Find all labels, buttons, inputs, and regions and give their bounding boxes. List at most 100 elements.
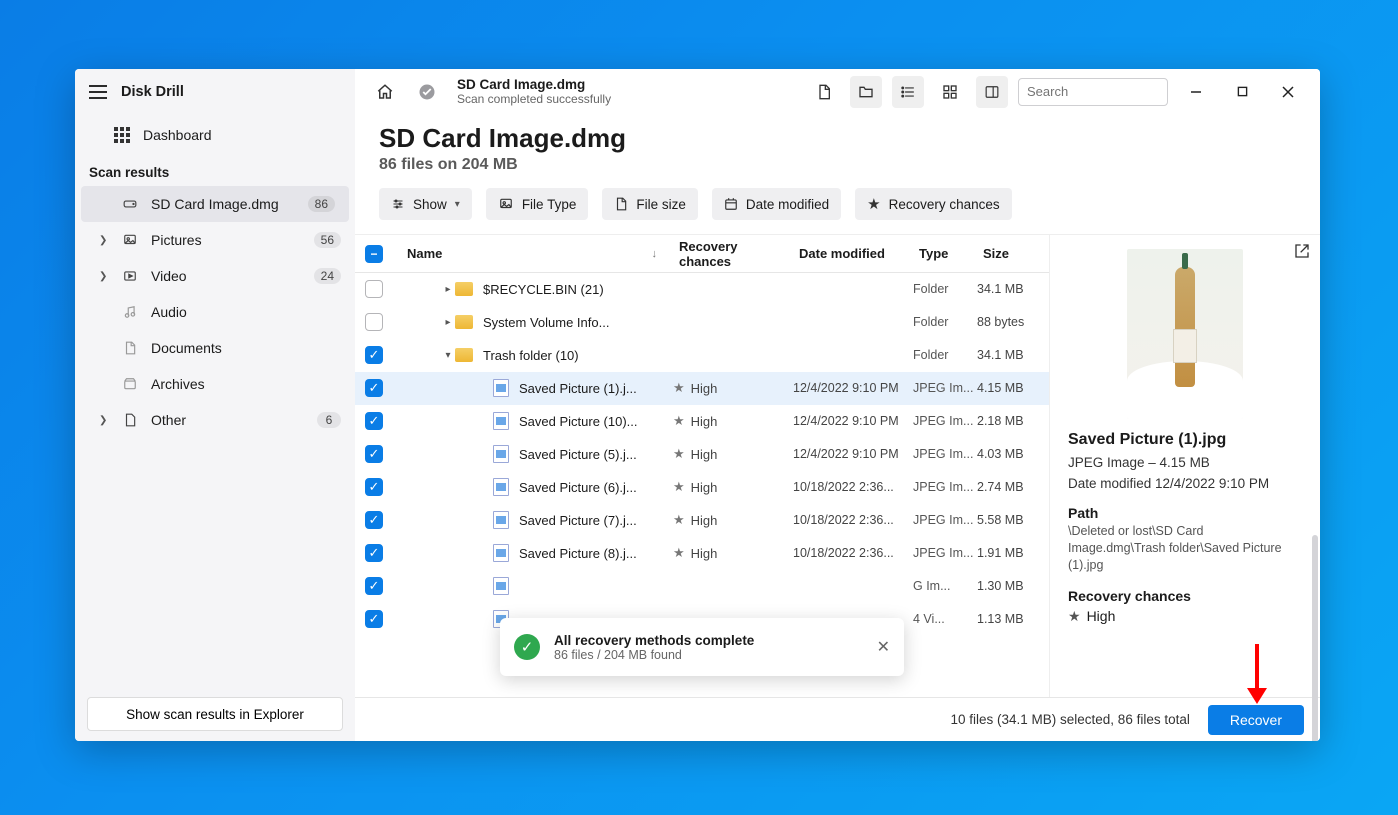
- row-type: JPEG Im...: [913, 513, 977, 527]
- drive-icon: [121, 197, 139, 211]
- filter-show[interactable]: Show ▾: [379, 188, 472, 220]
- expand-arrow-icon[interactable]: ▸: [441, 317, 455, 328]
- file-row[interactable]: ✓Saved Picture (7).j...★High10/18/2022 2…: [355, 504, 1049, 537]
- toast-subtitle: 86 files / 204 MB found: [554, 648, 863, 662]
- row-checkbox[interactable]: ✓: [365, 412, 383, 430]
- sidebar-item-label: Audio: [151, 304, 341, 320]
- image-icon: [121, 233, 139, 247]
- row-checkbox[interactable]: ✓: [365, 511, 383, 529]
- col-type[interactable]: Type: [913, 246, 977, 261]
- open-external-button[interactable]: [1294, 243, 1310, 262]
- new-file-button[interactable]: [808, 76, 840, 108]
- sidebar-item-label: Archives: [151, 376, 341, 392]
- row-checkbox[interactable]: [365, 313, 383, 331]
- window-minimize-button[interactable]: [1178, 77, 1214, 107]
- file-row[interactable]: ✓Saved Picture (8).j...★High10/18/2022 2…: [355, 537, 1049, 570]
- star-icon: ★: [673, 446, 685, 462]
- row-type: JPEG Im...: [913, 546, 977, 560]
- show-in-explorer-button[interactable]: Show scan results in Explorer: [87, 697, 343, 731]
- select-all-checkbox[interactable]: −: [365, 245, 383, 263]
- toggle-preview-button[interactable]: [976, 76, 1008, 108]
- chevron-icon: ❯: [99, 271, 109, 282]
- col-size[interactable]: Size: [977, 246, 1049, 261]
- window-maximize-button[interactable]: [1224, 77, 1260, 107]
- preview-recovery-label: Recovery chances: [1068, 588, 1302, 604]
- preview-kind-size: JPEG Image – 4.15 MB: [1068, 455, 1302, 470]
- open-folder-button[interactable]: [850, 76, 882, 108]
- file-row[interactable]: ✓Saved Picture (6).j...★High10/18/2022 2…: [355, 471, 1049, 504]
- recover-button[interactable]: Recover: [1208, 705, 1304, 735]
- col-recovery[interactable]: Recovery chances: [673, 239, 793, 269]
- row-checkbox[interactable]: [365, 280, 383, 298]
- row-checkbox[interactable]: ✓: [365, 445, 383, 463]
- file-row[interactable]: ✓Saved Picture (5).j...★High12/4/2022 9:…: [355, 438, 1049, 471]
- sidebar-item-pictures[interactable]: ❯Pictures56: [75, 222, 355, 258]
- row-checkbox[interactable]: ✓: [365, 346, 383, 364]
- sidebar-item-badge: 86: [308, 196, 335, 212]
- menu-icon[interactable]: [89, 85, 107, 99]
- other-icon: [121, 412, 139, 428]
- row-name: System Volume Info...: [483, 315, 673, 330]
- chevron-icon: ❯: [99, 415, 109, 426]
- expand-arrow-icon[interactable]: ▸: [441, 284, 455, 295]
- image-file-icon: [493, 478, 509, 496]
- sidebar-item-documents[interactable]: Documents: [75, 330, 355, 366]
- sidebar-item-audio[interactable]: Audio: [75, 294, 355, 330]
- sidebar-item-sd-card-image-dmg[interactable]: SD Card Image.dmg86: [81, 186, 349, 222]
- sidebar-item-archives[interactable]: Archives: [75, 366, 355, 402]
- star-icon: ★: [673, 479, 685, 495]
- row-recovery: ★High: [673, 380, 793, 396]
- search-input[interactable]: [1027, 84, 1203, 99]
- preview-file-name: Saved Picture (1).jpg: [1068, 431, 1302, 449]
- row-name: $RECYCLE.BIN (21): [483, 282, 673, 297]
- row-checkbox[interactable]: ✓: [365, 544, 383, 562]
- row-type: JPEG Im...: [913, 381, 977, 395]
- col-date[interactable]: Date modified: [793, 246, 913, 261]
- sidebar-item-other[interactable]: ❯Other6: [75, 402, 355, 438]
- file-row[interactable]: ✓Saved Picture (10)...★High12/4/2022 9:1…: [355, 405, 1049, 438]
- star-icon: ★: [673, 512, 685, 528]
- window-close-button[interactable]: [1270, 77, 1306, 107]
- row-size: 34.1 MB: [977, 348, 1049, 362]
- row-size: 88 bytes: [977, 315, 1049, 329]
- filter-recovery-chances[interactable]: ★ Recovery chances: [855, 188, 1012, 220]
- expand-arrow-icon[interactable]: ▾: [441, 350, 455, 361]
- folder-row[interactable]: ✓▾Trash folder (10)Folder34.1 MB: [355, 339, 1049, 372]
- row-recovery: ★High: [673, 413, 793, 429]
- row-checkbox[interactable]: ✓: [365, 610, 383, 628]
- view-grid-button[interactable]: [934, 76, 966, 108]
- folder-icon: [455, 348, 473, 362]
- col-name[interactable]: Name↓: [401, 246, 673, 261]
- sidebar-dashboard[interactable]: Dashboard: [75, 115, 355, 155]
- folder-row[interactable]: ▸$RECYCLE.BIN (21)Folder34.1 MB: [355, 273, 1049, 306]
- row-type: 4 Vi...: [913, 612, 977, 626]
- sidebar-section-label: Scan results: [75, 155, 355, 186]
- sidebar-item-badge: 6: [317, 412, 341, 428]
- preview-pane: Saved Picture (1).jpg JPEG Image – 4.15 …: [1050, 235, 1320, 697]
- row-type: JPEG Im...: [913, 414, 977, 428]
- folder-icon: [455, 315, 473, 329]
- file-row[interactable]: ✓Saved Picture (1).j...★High12/4/2022 9:…: [355, 372, 1049, 405]
- selection-status: 10 files (34.1 MB) selected, 86 files to…: [950, 712, 1189, 727]
- archive-icon: [121, 377, 139, 391]
- filter-file-size[interactable]: File size: [602, 188, 698, 220]
- sidebar-item-video[interactable]: ❯Video24: [75, 258, 355, 294]
- row-recovery: ★High: [673, 479, 793, 495]
- home-button[interactable]: [369, 76, 401, 108]
- row-checkbox[interactable]: ✓: [365, 379, 383, 397]
- row-name: Saved Picture (10)...: [519, 414, 673, 429]
- filter-file-type[interactable]: File Type: [486, 188, 589, 220]
- row-checkbox[interactable]: ✓: [365, 478, 383, 496]
- filter-date-modified[interactable]: Date modified: [712, 188, 841, 220]
- row-date: 10/18/2022 2:36...: [793, 546, 913, 560]
- row-size: 4.15 MB: [977, 381, 1049, 395]
- row-checkbox[interactable]: ✓: [365, 577, 383, 595]
- toast-close-button[interactable]: ✕: [877, 637, 890, 657]
- image-file-icon: [493, 412, 509, 430]
- scrollbar-thumb[interactable]: [1312, 535, 1318, 741]
- search-box[interactable]: [1018, 78, 1168, 106]
- success-icon: ✓: [514, 634, 540, 660]
- view-list-button[interactable]: [892, 76, 924, 108]
- file-row[interactable]: ✓G Im...1.30 MB: [355, 570, 1049, 603]
- folder-row[interactable]: ▸System Volume Info...Folder88 bytes: [355, 306, 1049, 339]
